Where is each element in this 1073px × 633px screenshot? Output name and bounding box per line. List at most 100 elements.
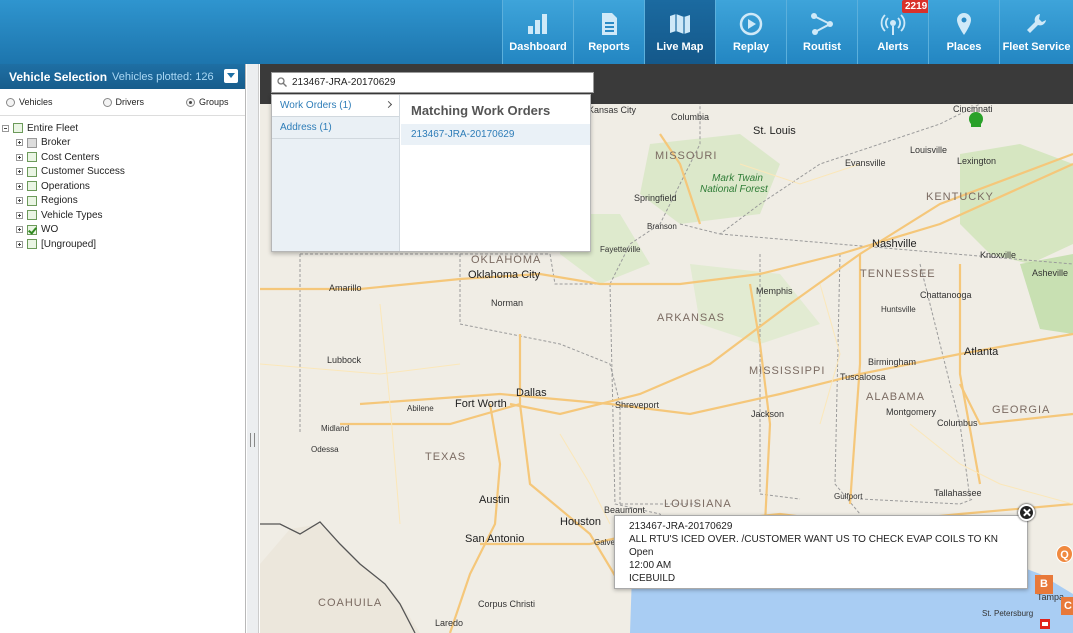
expand-toggle-icon[interactable] <box>16 139 23 147</box>
map-state-label: MISSOURI <box>655 150 718 162</box>
map-state-label: LOUISIANA <box>664 498 732 510</box>
panel-header: Vehicle Selection Vehicles plotted: 126 <box>0 64 245 89</box>
map-city-label: Shreveport <box>615 400 660 410</box>
tree-node-label: WO <box>41 224 59 236</box>
drag-handle-icon <box>250 433 255 447</box>
nav-label: Alerts <box>877 41 909 53</box>
popup-type: ICEBUILD <box>629 573 676 584</box>
map-city-label: Laredo <box>435 618 464 628</box>
tree-node-cost-centers[interactable]: Cost Centers <box>0 150 245 165</box>
collapse-toggle-icon[interactable] <box>2 124 9 132</box>
map-city-label: Atlanta <box>964 346 999 358</box>
nav-label: Reports <box>588 41 630 53</box>
work-order-marker-q[interactable]: Q <box>1056 545 1073 563</box>
tree-checkbox[interactable] <box>27 166 37 177</box>
result-category-address[interactable]: Address (1) <box>272 117 399 139</box>
collapse-panel-button[interactable] <box>224 69 238 83</box>
tree-node-broker[interactable]: Broker <box>0 136 245 151</box>
tree-checkbox[interactable] <box>27 181 37 192</box>
result-item[interactable]: 213467-JRA-20170629 <box>401 124 590 145</box>
map-city-label: Lubbock <box>327 355 362 365</box>
nav-fleet-service[interactable]: Fleet Service <box>999 0 1073 64</box>
expand-toggle-icon[interactable] <box>16 211 23 219</box>
tree-node-ungrouped[interactable]: [Ungrouped] <box>0 237 245 252</box>
expand-toggle-icon[interactable] <box>16 226 23 234</box>
map-city-label: Birmingham <box>868 357 917 367</box>
map-state-label: MISSISSIPPI <box>749 365 826 377</box>
search-results-dropdown: Work Orders (1) Address (1) Matching Wor… <box>271 94 591 252</box>
nav-dashboard[interactable]: Dashboard <box>502 0 573 64</box>
map-city-label: Huntsville <box>881 305 916 314</box>
tree-node-label: [Ungrouped] <box>41 238 97 250</box>
radio-label: Vehicles <box>19 97 53 107</box>
nav-places[interactable]: Places <box>928 0 999 64</box>
work-order-popup: 213467-JRA-20170629 ALL RTU'S ICED OVER.… <box>614 515 1028 589</box>
work-order-marker-b[interactable]: B <box>1035 575 1053 594</box>
tree-checkbox[interactable] <box>27 239 37 250</box>
result-category-work-orders[interactable]: Work Orders (1) <box>272 95 399 117</box>
tree-node-entire-fleet[interactable]: Entire Fleet <box>0 121 245 136</box>
document-icon <box>602 13 617 35</box>
nav-alerts[interactable]: 2219 Alerts <box>857 0 931 64</box>
map-icon <box>670 14 690 34</box>
tree-checkbox[interactable] <box>27 152 37 163</box>
tree-node-label: Cost Centers <box>41 151 100 163</box>
selection-mode-radios: Vehicles Drivers Groups <box>0 89 245 116</box>
map-city-label: Fort Worth <box>455 398 507 410</box>
map-city-label: Columbia <box>671 112 710 122</box>
radio-vehicles[interactable]: Vehicles <box>6 97 53 107</box>
nav-routist[interactable]: Routist <box>786 0 857 64</box>
search-input[interactable] <box>292 75 587 90</box>
marker-letter: B <box>1040 578 1048 590</box>
category-label: Work Orders (1) <box>280 100 352 111</box>
tree-node-operations[interactable]: Operations <box>0 179 245 194</box>
nav-replay[interactable]: Replay <box>715 0 786 64</box>
marker-letter: Q <box>1060 549 1069 561</box>
map-city-label: Branson <box>647 222 677 231</box>
marker-letter: C <box>1064 600 1072 612</box>
map-city-label: Amarillo <box>329 283 362 293</box>
radio-groups[interactable]: Groups <box>186 97 229 107</box>
results-heading: Matching Work Orders <box>411 103 551 118</box>
top-nav-bar: Dashboard Reports Live Map Replay Routis… <box>0 0 1073 64</box>
radio-drivers[interactable]: Drivers <box>102 97 145 107</box>
tree-checkbox[interactable] <box>27 195 37 206</box>
tree-node-vehicle-types[interactable]: Vehicle Types <box>0 208 245 223</box>
radio-icon <box>186 97 196 107</box>
expand-toggle-icon[interactable] <box>16 182 23 190</box>
map-city-label: Abilene <box>407 404 434 413</box>
close-icon[interactable] <box>1018 504 1035 521</box>
map-park-label: National Forest <box>700 184 768 195</box>
alerts-count-badge: 2219 <box>902 0 931 13</box>
expand-toggle-icon[interactable] <box>16 197 23 205</box>
nav-reports[interactable]: Reports <box>573 0 644 64</box>
radio-label: Drivers <box>115 97 145 107</box>
map-city-label: Kansas City <box>588 105 637 115</box>
map-city-label: Knoxville <box>980 250 1017 260</box>
map-city-label: Cincinnati <box>953 104 993 114</box>
map-city-label: Tallahassee <box>934 488 982 498</box>
tree-checkbox[interactable] <box>13 123 23 134</box>
map-city-label: Fayetteville <box>600 245 641 254</box>
map-state-label: ARKANSAS <box>657 312 725 324</box>
map-state-label: TEXAS <box>425 451 467 463</box>
tree-checkbox-checked[interactable] <box>27 224 37 235</box>
route-icon <box>811 13 833 35</box>
panel-splitter[interactable] <box>247 64 259 633</box>
tree-node-wo[interactable]: WO <box>0 223 245 238</box>
expand-toggle-icon[interactable] <box>16 240 23 248</box>
tree-checkbox[interactable] <box>27 137 37 148</box>
expand-toggle-icon[interactable] <box>16 168 23 176</box>
panel-title: Vehicle Selection <box>9 69 108 84</box>
nav-label: Live Map <box>656 41 704 53</box>
map-city-label: Beaumont <box>604 505 646 515</box>
expand-toggle-icon[interactable] <box>16 153 23 161</box>
nav-label: Fleet Service <box>1002 41 1071 53</box>
tree-node-regions[interactable]: Regions <box>0 194 245 209</box>
nav-label: Replay <box>732 41 770 53</box>
nav-live-map[interactable]: Live Map <box>644 0 715 64</box>
work-order-marker-c[interactable]: C <box>1061 597 1073 615</box>
tree-node-customer-success[interactable]: Customer Success <box>0 165 245 180</box>
radio-icon <box>102 97 112 107</box>
tree-checkbox[interactable] <box>27 210 37 221</box>
